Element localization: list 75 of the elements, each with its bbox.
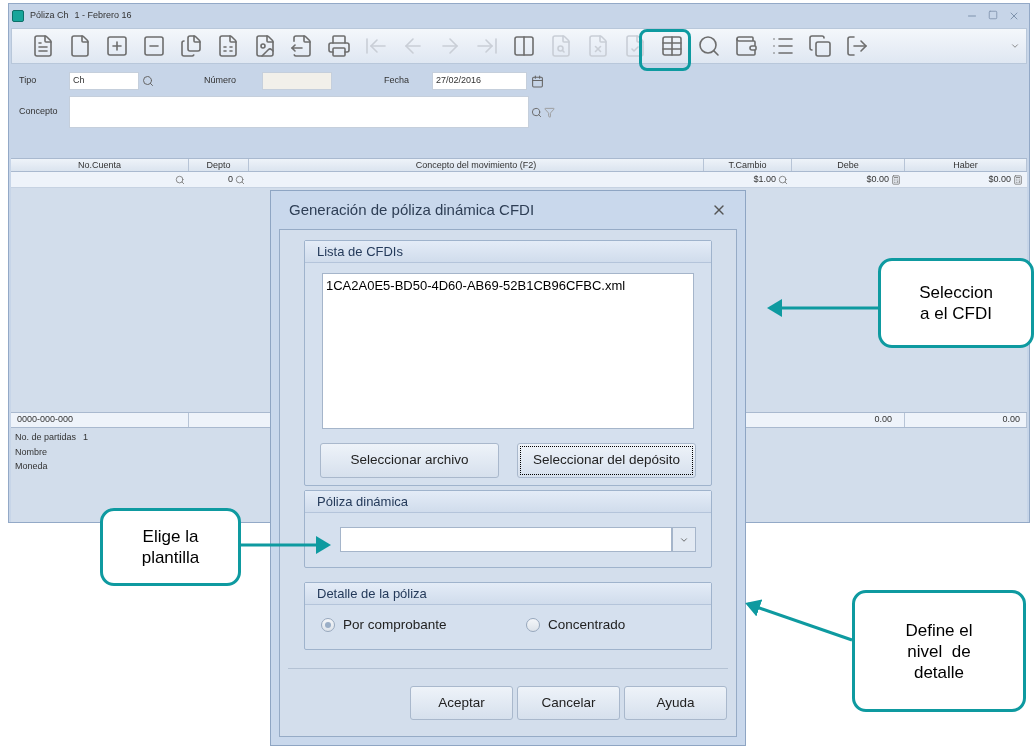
copy-icon[interactable] — [807, 34, 832, 58]
table-cell-text: $1.00 — [753, 172, 776, 186]
tipo-field[interactable]: Ch — [69, 72, 139, 90]
column-header[interactable]: Haber — [905, 159, 1027, 171]
callout-text: Elige la — [142, 526, 199, 547]
group-title: Detalle de la póliza — [317, 584, 427, 603]
callout-text: a el CFDI — [920, 303, 992, 324]
lookup-icon[interactable] — [531, 106, 542, 118]
add-icon[interactable] — [104, 34, 129, 58]
dropdown-button[interactable] — [672, 527, 696, 552]
radio-label: Concentrado — [548, 616, 626, 634]
footer-label: Moneda — [15, 460, 49, 473]
field-label: Número — [204, 74, 237, 88]
table-cell-text: $0.00 — [866, 172, 889, 186]
column-header[interactable]: Depto — [189, 159, 249, 171]
window-title: Póliza Ch — [30, 9, 69, 23]
wallet-icon[interactable] — [733, 34, 758, 58]
table-icon[interactable] — [659, 34, 684, 58]
footer-label: No. de partidas — [15, 431, 78, 444]
dialog-button[interactable]: Ayuda — [624, 686, 727, 720]
cfdi-list[interactable]: 1CA2A0E5-BD50-4D60-AB69-52B1CB96CFBC.xml — [322, 273, 694, 429]
columns-icon[interactable] — [511, 34, 536, 58]
radio-button[interactable] — [526, 618, 540, 633]
column-header[interactable]: T.Cambio — [704, 159, 792, 171]
exit-icon[interactable] — [844, 34, 869, 58]
total-account: 0000-000-000 — [11, 413, 189, 427]
dialog-title: Generación de póliza dinámica CFDI — [289, 199, 535, 220]
total-haber: 0.00 — [905, 413, 1027, 427]
field-label: Concepto — [19, 105, 59, 119]
files-icon[interactable] — [178, 34, 203, 58]
field-label: Tipo — [19, 74, 38, 88]
footer-value: 1 — [83, 431, 88, 444]
template-combo[interactable] — [340, 527, 672, 552]
select-button[interactable]: Seleccionar del depósito — [517, 443, 696, 478]
lookup-icon[interactable] — [778, 174, 788, 185]
group-title: Póliza dinámica — [317, 492, 409, 511]
window-subtitle: 1 - Febrero 16 — [74, 9, 132, 23]
list-item[interactable]: 1CA2A0E5-BD50-4D60-AB69-52B1CB96CFBC.xml — [326, 276, 690, 296]
toolbar-highlight — [639, 29, 691, 71]
maximize-icon[interactable] — [988, 10, 998, 20]
callout-text: Seleccion — [919, 282, 993, 303]
callout-text: plantilla — [141, 547, 200, 568]
column-header[interactable]: No.Cuenta — [11, 159, 189, 171]
fecha-field[interactable]: 27/02/2016 — [432, 72, 527, 90]
lookup-icon[interactable] — [235, 174, 245, 185]
print-icon[interactable] — [326, 34, 351, 58]
radio-button[interactable] — [321, 618, 335, 633]
table-cell-text: $0.00 — [988, 172, 1011, 186]
concepto-field[interactable] — [69, 96, 529, 128]
dialog-button[interactable]: Aceptar — [410, 686, 513, 720]
dialog-button[interactable]: Cancelar — [517, 686, 620, 720]
search-icon[interactable] — [696, 34, 721, 58]
group-title: Lista de CFDIs — [317, 242, 403, 261]
select-button[interactable]: Seleccionar archivo — [320, 443, 499, 478]
app-icon — [12, 10, 24, 22]
callout-text: Define el — [905, 619, 973, 641]
callout-text: detalle — [913, 661, 965, 683]
calendar-icon[interactable] — [531, 74, 544, 88]
lookup-icon[interactable] — [175, 174, 185, 185]
radio-label: Por comprobante — [343, 616, 447, 634]
total-debe: 0.00 — [792, 413, 905, 427]
calculator-icon[interactable] — [1013, 174, 1023, 185]
field-label: Fecha — [384, 74, 410, 88]
lookup-icon[interactable] — [142, 75, 154, 87]
filter-icon[interactable] — [544, 106, 555, 118]
column-header[interactable]: Concepto del movimiento (F2) — [249, 159, 704, 171]
callout-text: nivel de — [907, 640, 971, 662]
remove-icon[interactable] — [141, 34, 166, 58]
calculator-icon[interactable] — [891, 174, 901, 185]
table-cell-text: 0 — [228, 172, 233, 186]
overflow-icon[interactable] — [1010, 41, 1020, 51]
export-icon[interactable] — [289, 34, 314, 58]
footer-label: Nombre — [15, 445, 48, 459]
numero-field[interactable] — [262, 72, 332, 90]
column-header[interactable]: Debe — [792, 159, 905, 171]
